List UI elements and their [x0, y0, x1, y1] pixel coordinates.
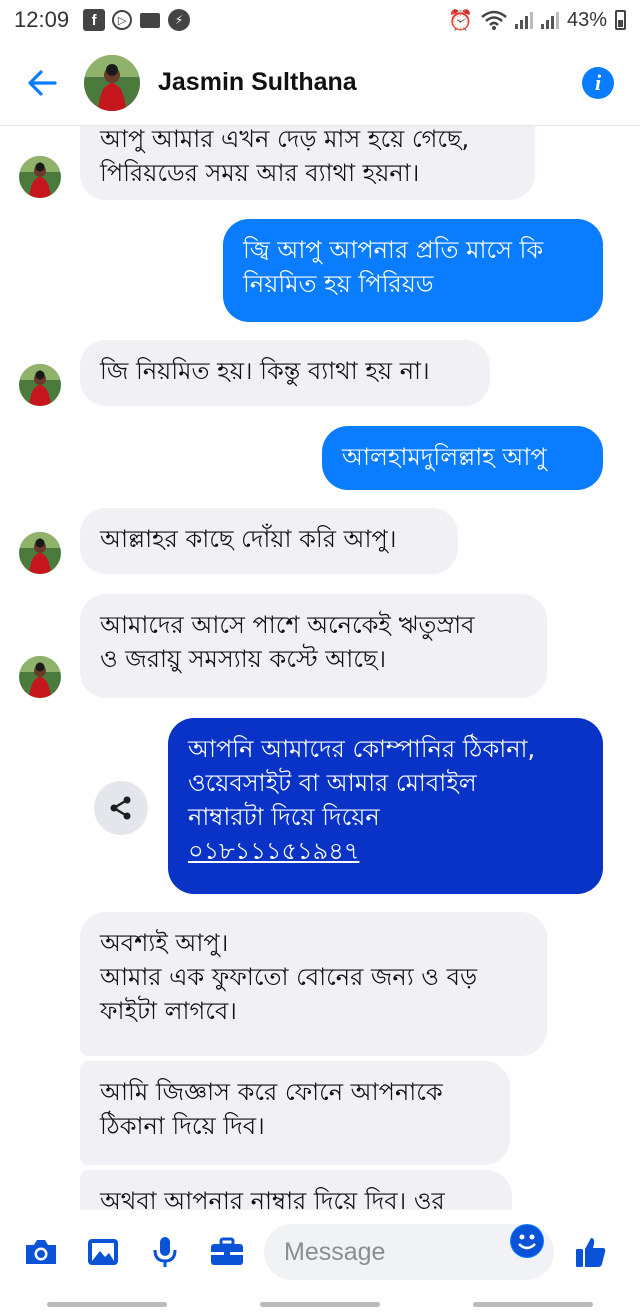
status-bar: 12:09 f ▷ ⚡ ⏰ 43%	[0, 0, 640, 40]
battery-icon	[615, 10, 626, 30]
message-line: অবশ্যই আপু।	[100, 929, 229, 957]
contact-name[interactable]: Jasmin Sulthana	[158, 68, 357, 97]
message-bubble[interactable]: আমি জিজ্ঞাস করে ফোনে আপনাকে ঠিকানা দিয়ে…	[80, 1061, 510, 1165]
nav-back-indicator[interactable]	[473, 1302, 594, 1307]
message-line: ঠিকানা দিয়ে দিব।	[100, 1112, 265, 1140]
signal-2-icon	[540, 11, 559, 29]
contact-avatar[interactable]	[84, 54, 140, 111]
message-bubble[interactable]: জি নিয়মিত হয়। কিন্তু ব্যাথা হয় না।	[80, 340, 490, 406]
message-line: আমাদের আসে পাশে অনেকেই ঋতুস্রাব	[100, 611, 475, 639]
conversation-thread: আপু আমার এখন দেড় মাস হয়ে গেছে, পিরিয়ড…	[0, 126, 640, 1210]
message-line: আল্লাহর কাছে দোঁয়া করি আপু।	[100, 525, 397, 553]
messenger-notification-icon: ⚡	[168, 9, 191, 31]
message-bubble[interactable]: অবশ্যই আপু। আমার এক ফুফাতো বোনের জন্য ও …	[80, 912, 547, 1056]
system-navigation-bar	[0, 1294, 640, 1315]
message-line: আমি জিজ্ঞাস করে ফোনে আপনাকে	[100, 1078, 443, 1106]
message-line: আপু আমার এখন দেড় মাস হয়ে গেছে,	[100, 126, 470, 153]
microphone-icon[interactable]	[136, 1223, 194, 1281]
message-line: আপনি আমাদের কোম্পানির ঠিকানা,	[188, 735, 536, 763]
thumbs-up-icon[interactable]	[562, 1223, 620, 1281]
arrow-left-icon[interactable]	[0, 40, 84, 126]
message-bubble[interactable]: আপু আমার এখন দেড় মাস হয়ে গেছে, পিরিয়ড…	[80, 126, 535, 200]
message-line: ও জরায়ু সমস্যায় কস্টে আছে।	[100, 645, 387, 673]
folder-notification-icon	[139, 9, 161, 31]
message-line: ওয়েবসাইট বা আমার মোবাইল	[188, 769, 477, 797]
sender-avatar[interactable]	[19, 156, 61, 198]
sender-avatar[interactable]	[19, 532, 61, 574]
nav-recents-indicator[interactable]	[46, 1302, 167, 1307]
briefcase-icon[interactable]	[198, 1223, 256, 1281]
message-line: জ্বি আপু আপনার প্রতি মাসে কি	[243, 236, 544, 264]
sync-notification-icon: ▷	[112, 10, 133, 30]
chat-header: Jasmin Sulthana i	[0, 40, 640, 126]
sender-avatar[interactable]	[19, 656, 61, 698]
message-bubble[interactable]: অথবা আপনার নাম্বার দিয়ে দিব। ওর	[80, 1170, 512, 1210]
info-icon[interactable]: i	[582, 66, 614, 99]
share-button[interactable]	[94, 781, 148, 835]
signal-1-icon	[514, 11, 533, 29]
message-line: জি নিয়মিত হয়। কিন্তু ব্যাথা হয় না।	[100, 357, 430, 385]
share-icon	[110, 796, 131, 820]
wifi-icon	[481, 10, 507, 30]
emoji-icon[interactable]	[510, 1224, 544, 1258]
message-bubble[interactable]: আপনি আমাদের কোম্পানির ঠিকানা, ওয়েবসাইট …	[168, 718, 603, 894]
message-bubble[interactable]: আমাদের আসে পাশে অনেকেই ঋতুস্রাব ও জরায়ু…	[80, 594, 547, 698]
message-line: অথবা আপনার নাম্বার দিয়ে দিব। ওর	[100, 1187, 445, 1210]
message-line: পিরিয়ডের সময় আর ব্যাথা হয়না।	[100, 159, 420, 187]
gallery-icon[interactable]	[74, 1223, 132, 1281]
message-composer	[0, 1210, 640, 1294]
message-line: ফাইটা লাগবে।	[100, 997, 237, 1025]
alarm-icon: ⏰	[448, 8, 473, 32]
message-line: আমার এক ফুফাতো বোনের জন্য ও বড়	[100, 963, 478, 991]
message-line: আলহামদুলিল্লাহ আপু	[342, 443, 547, 471]
battery-percent: 43%	[566, 8, 607, 31]
message-bubble[interactable]: আলহামদুলিল্লাহ আপু	[322, 426, 603, 490]
sender-avatar[interactable]	[19, 364, 61, 406]
camera-icon[interactable]	[12, 1223, 70, 1281]
phone-number-link[interactable]: ০১৮১১১৫১৯৪৭	[188, 834, 583, 868]
message-line: নাম্বারটা দিয়ে দিয়েন	[188, 803, 380, 831]
nav-home-indicator[interactable]	[259, 1302, 380, 1307]
status-time: 12:09	[14, 7, 70, 32]
message-bubble[interactable]: আল্লাহর কাছে দোঁয়া করি আপু।	[80, 508, 458, 574]
facebook-notification-icon: f	[83, 9, 106, 31]
message-bubble[interactable]: জ্বি আপু আপনার প্রতি মাসে কি নিয়মিত হয়…	[223, 219, 603, 322]
message-line: নিয়মিত হয় পিরিয়ড	[243, 270, 434, 298]
